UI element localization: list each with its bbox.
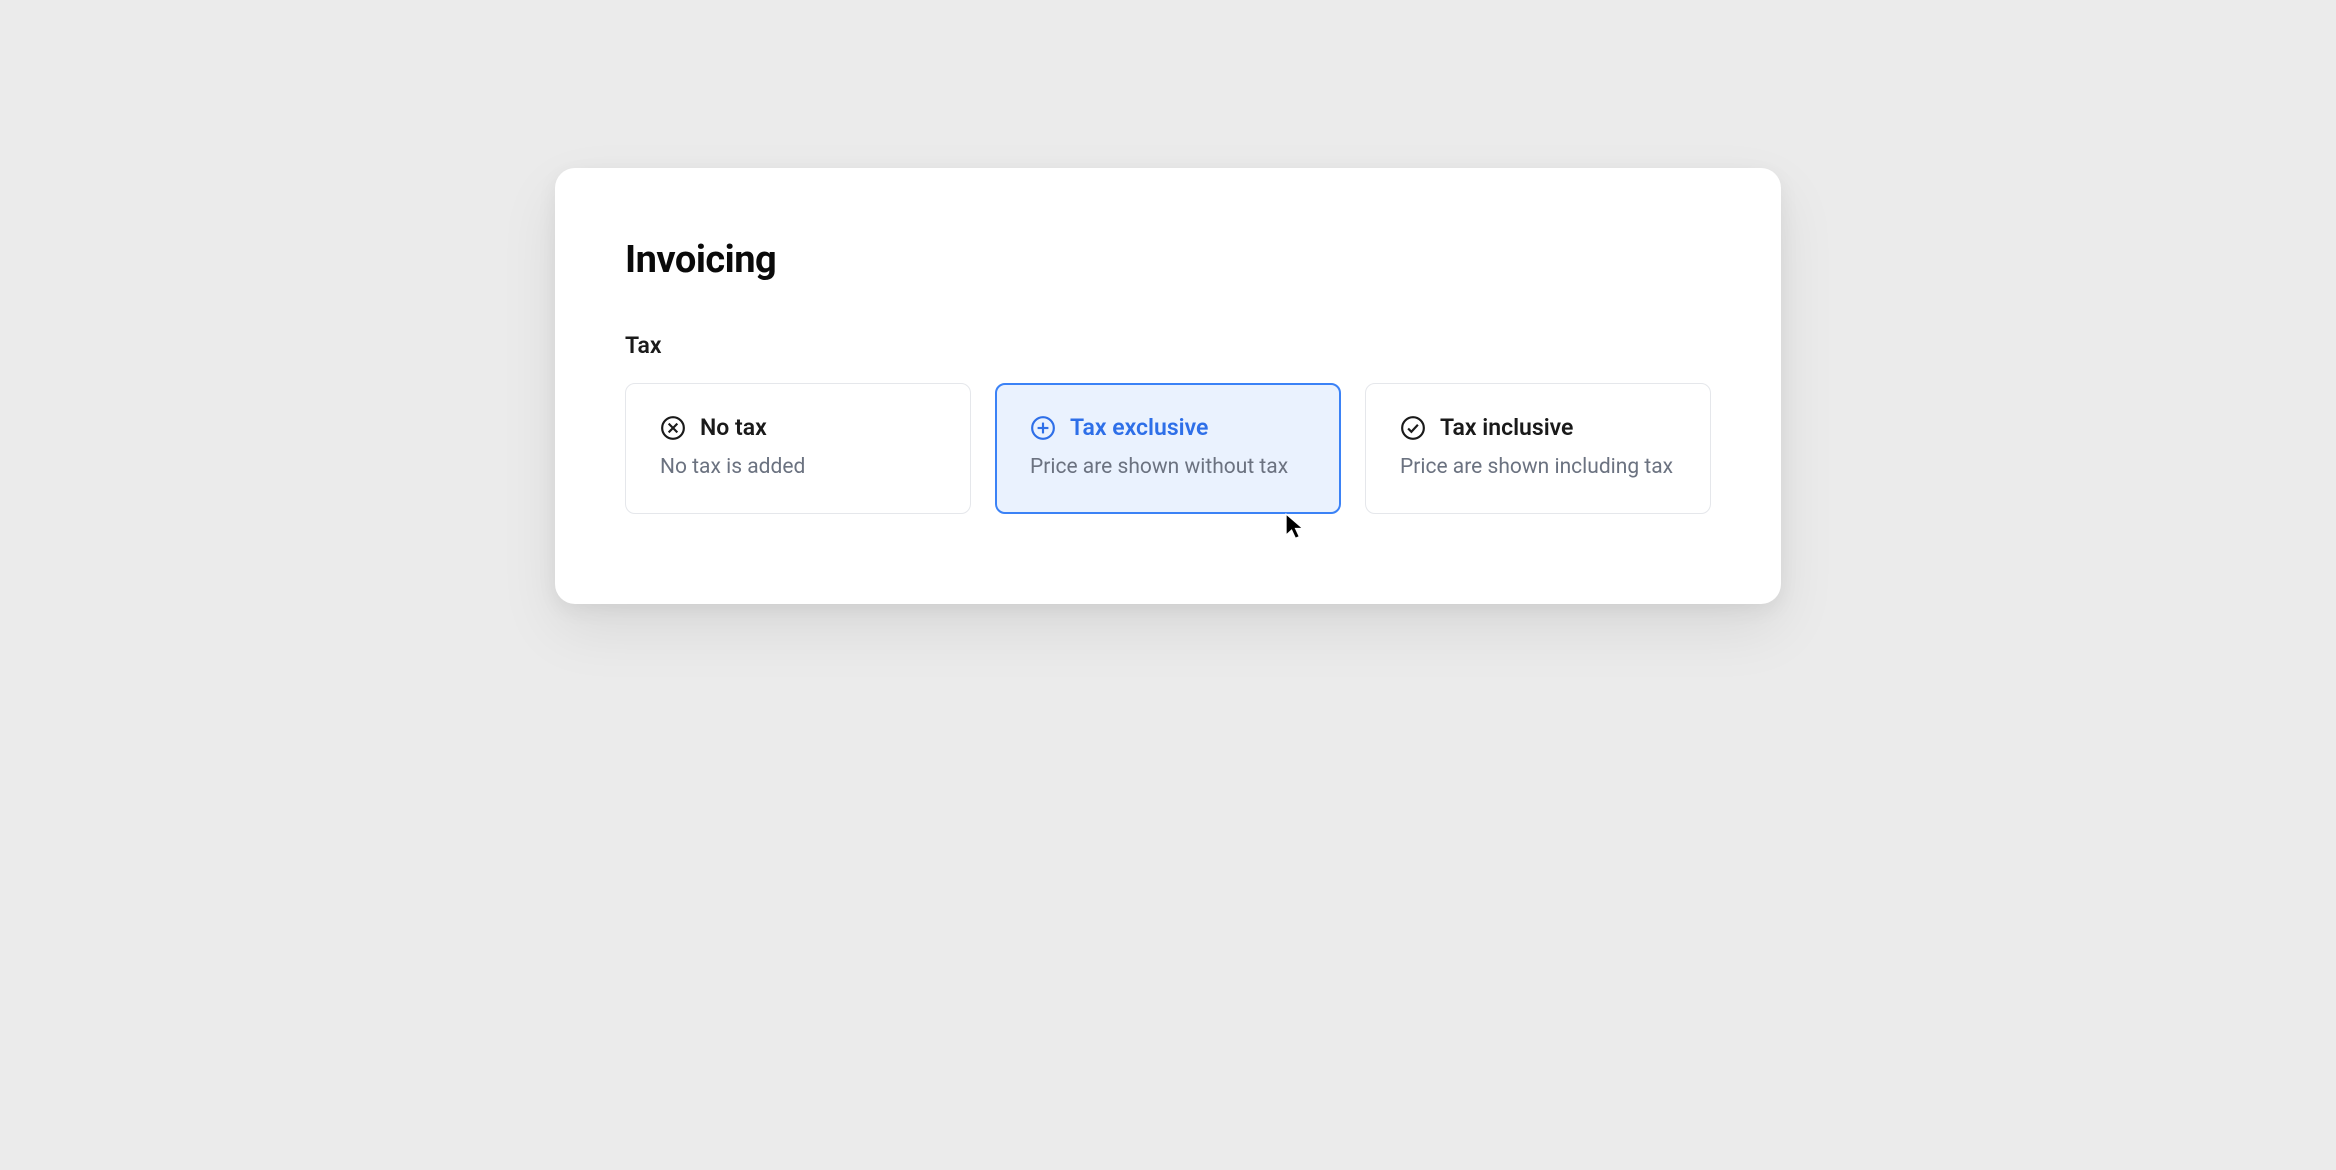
option-description: Price are shown without tax bbox=[1030, 455, 1306, 479]
option-header: Tax inclusive bbox=[1400, 414, 1676, 441]
tax-options-row: No tax No tax is added Tax exclusive Pri… bbox=[625, 383, 1711, 514]
cross-circle-icon bbox=[660, 415, 686, 441]
option-title: Tax exclusive bbox=[1070, 414, 1208, 441]
plus-circle-icon bbox=[1030, 415, 1056, 441]
tax-option-tax-exclusive[interactable]: Tax exclusive Price are shown without ta… bbox=[995, 383, 1341, 514]
option-header: Tax exclusive bbox=[1030, 414, 1306, 441]
page-title: Invoicing bbox=[625, 238, 1711, 282]
invoicing-settings-card: Invoicing Tax No tax No tax is added bbox=[555, 168, 1781, 604]
option-description: Price are shown including tax bbox=[1400, 455, 1676, 479]
option-description: No tax is added bbox=[660, 455, 936, 479]
option-title: No tax bbox=[700, 414, 767, 441]
option-header: No tax bbox=[660, 414, 936, 441]
tax-option-no-tax[interactable]: No tax No tax is added bbox=[625, 383, 971, 514]
tax-option-tax-inclusive[interactable]: Tax inclusive Price are shown including … bbox=[1365, 383, 1711, 514]
option-title: Tax inclusive bbox=[1440, 414, 1573, 441]
cursor-icon bbox=[1285, 513, 1307, 541]
tax-section-title: Tax bbox=[625, 332, 1711, 359]
check-circle-icon bbox=[1400, 415, 1426, 441]
